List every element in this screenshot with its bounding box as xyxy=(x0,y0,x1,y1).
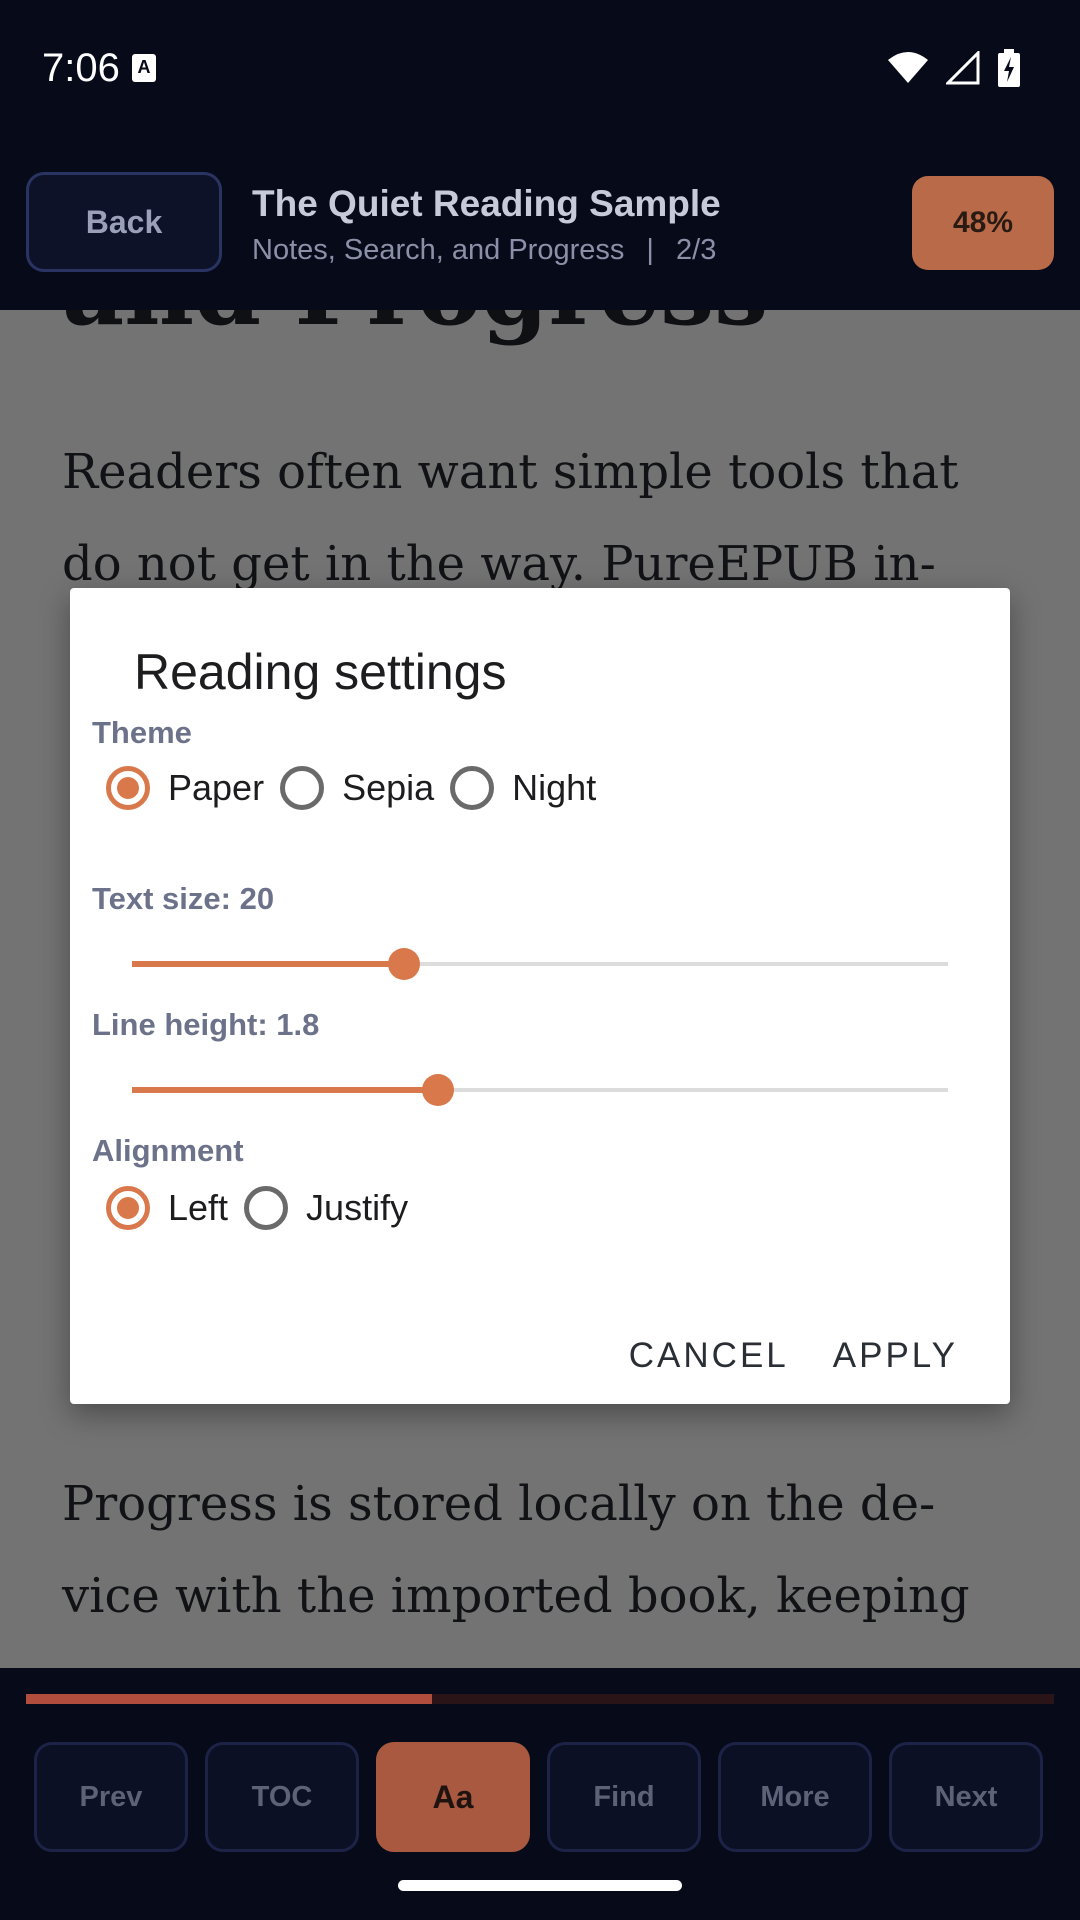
line-height-slider[interactable] xyxy=(132,1070,948,1110)
slider-active-track xyxy=(132,1087,438,1093)
radio-label: Night xyxy=(512,767,597,808)
apply-button[interactable]: APPLY xyxy=(833,1334,958,1378)
cancel-button[interactable]: CANCEL xyxy=(629,1334,789,1378)
page-indicator: 2/3 xyxy=(676,234,717,266)
line-height-label: Line height: 1.8 xyxy=(92,1007,320,1042)
radio-button[interactable] xyxy=(106,766,150,810)
chapter-title: Notes, Search, and Progress xyxy=(252,234,625,266)
radio-button[interactable] xyxy=(280,766,325,810)
status-bar: 7:06 A xyxy=(0,0,1080,134)
dialog-title: Reading settings xyxy=(134,644,507,700)
status-time: 7:06 xyxy=(42,46,120,90)
radio-label: Justify xyxy=(306,1187,409,1228)
alignment-label: Alignment xyxy=(92,1133,244,1168)
theme-label: Theme xyxy=(92,715,192,750)
prev-button[interactable]: Prev xyxy=(34,1742,188,1852)
reading-settings-dialog: Reading settings Theme Paper Sepia Night T… xyxy=(70,588,1010,1404)
paragraph-line: vice with the imported book, keeping xyxy=(62,1568,970,1624)
theme-option-sepia[interactable]: Sepia xyxy=(280,766,434,810)
alignment-radio-group: Left Justify xyxy=(106,1186,424,1230)
progress-chip[interactable]: 48% xyxy=(912,176,1054,270)
theme-option-paper[interactable]: Paper xyxy=(106,766,264,810)
chapter-heading: and Progress xyxy=(62,310,768,346)
progress-percent: 48% xyxy=(952,206,1014,239)
book-title: The Quiet Reading Sample xyxy=(252,183,721,224)
next-button[interactable]: Next xyxy=(889,1742,1043,1852)
reading-progress-bar xyxy=(26,1694,1054,1704)
theme-option-night[interactable]: Night xyxy=(450,766,596,810)
separator: | xyxy=(646,234,654,266)
alignment-option-justify[interactable]: Justify xyxy=(244,1186,408,1230)
back-button[interactable]: Back xyxy=(26,172,222,272)
radio-label: Paper xyxy=(168,767,265,808)
home-indicator[interactable] xyxy=(398,1880,682,1891)
paragraph-line: Progress is stored locally on the de- xyxy=(62,1476,936,1532)
paragraph-line: Readers often want simple tools that xyxy=(62,444,959,500)
chapter-subtitle: Notes, Search, and Progress | 2/3 xyxy=(252,232,716,268)
cell-signal-icon xyxy=(946,51,980,85)
radio-button[interactable] xyxy=(450,766,495,810)
aa-button[interactable]: Aa xyxy=(376,1742,530,1852)
radio-label: Left xyxy=(168,1187,229,1228)
radio-label: Sepia xyxy=(342,767,435,808)
text-size-label: Text size: 20 xyxy=(92,881,275,916)
wifi-icon xyxy=(888,52,928,83)
more-button[interactable]: More xyxy=(718,1742,872,1852)
text-size-slider[interactable] xyxy=(132,944,948,984)
dialog-actions: CANCEL APPLY xyxy=(629,1334,958,1378)
top-app-bar: Back The Quiet Reading Sample Notes, Sea… xyxy=(0,134,1080,310)
back-button-label: Back xyxy=(85,203,163,240)
radio-button[interactable] xyxy=(106,1186,150,1230)
find-button[interactable]: Find xyxy=(547,1742,701,1852)
bottom-nav: Prev TOC Aa Find More Next xyxy=(34,1742,1043,1852)
slider-thumb[interactable] xyxy=(387,948,420,980)
slider-active-track xyxy=(132,961,404,967)
battery-charging-icon xyxy=(998,49,1020,87)
reading-progress-fill xyxy=(26,1694,433,1704)
a-badge-icon: A xyxy=(132,54,156,82)
theme-radio-group: Paper Sepia Night xyxy=(106,766,612,810)
status-icons xyxy=(888,48,1020,88)
reader-paragraph: Progress is stored locally on the de- vi… xyxy=(62,1458,1022,1642)
alignment-option-left[interactable]: Left xyxy=(106,1186,228,1230)
radio-button[interactable] xyxy=(244,1186,289,1230)
toc-button[interactable]: TOC xyxy=(205,1742,359,1852)
reader-paragraph: Readers often want simple tools that do … xyxy=(62,426,1022,610)
slider-thumb[interactable] xyxy=(422,1074,454,1106)
